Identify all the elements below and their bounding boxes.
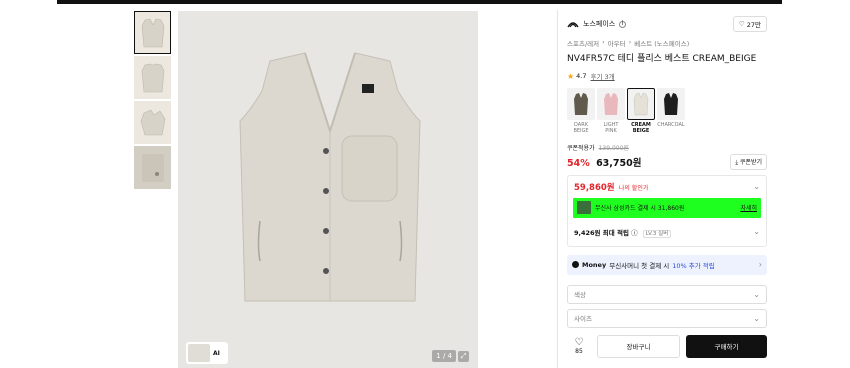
thumbnail-detail[interactable]: [134, 146, 171, 189]
color-label: LIGHT PINK: [603, 122, 619, 135]
color-swatch: [657, 88, 685, 120]
chevron-right-icon: ›: [758, 260, 762, 269]
panel-divider: [557, 10, 558, 368]
chevron-down-icon: ⌄: [753, 227, 760, 236]
card-icon: [577, 201, 591, 214]
color-swatch: [597, 88, 625, 120]
thumbnail-side[interactable]: [134, 101, 171, 144]
final-price: 63,750원: [596, 157, 642, 169]
thumbnail-front[interactable]: [134, 11, 171, 54]
color-option-dark-beige[interactable]: DARK BEIGE: [567, 88, 595, 135]
color-swatch: [567, 88, 595, 120]
coupon-price-label: 쿠폰적용가 139,000원: [567, 143, 767, 152]
thumbnail-back[interactable]: [134, 56, 171, 99]
color-option-light-pink[interactable]: LIGHT PINK: [597, 88, 625, 135]
chevron-down-icon: ⌄: [753, 289, 760, 299]
color-select-placeholder: 색상: [574, 291, 586, 299]
chevron-down-icon: ⌄: [753, 313, 760, 323]
ai-thumbnail: [188, 344, 210, 362]
breadcrumb: 스포츠/레저 › 아우터 › 베스트 (노스페이스): [567, 38, 767, 48]
ai-style-chip[interactable]: AI: [186, 342, 228, 364]
price: 54% 63,750원: [567, 155, 641, 169]
original-price: 139,000원: [598, 144, 629, 152]
info-icon: ⓘ: [631, 228, 638, 237]
my-price-label: 나의 할인가: [618, 184, 649, 192]
action-row: ♡ 85 장바구니 구매하기: [567, 334, 767, 359]
card-benefit-text: 무신사 삼성카드 결제 시 31,860원: [595, 205, 685, 212]
wish-count: 85: [575, 347, 583, 355]
cart-button[interactable]: 장바구니: [597, 334, 680, 358]
chevron-down-icon: ⌄: [753, 182, 760, 191]
coupon-button-label: 쿠폰받기: [739, 158, 762, 166]
breadcrumb-separator: ›: [602, 38, 605, 46]
expand-icon[interactable]: ⤢: [458, 351, 469, 362]
breadcrumb-item[interactable]: 아우터: [608, 38, 626, 48]
card-detail-link[interactable]: 자세히: [740, 203, 757, 212]
review-link[interactable]: 후기 3개: [591, 71, 615, 81]
ai-label: AI: [213, 349, 220, 357]
points-row[interactable]: 9,426원 최대 적립 ⓘ LV.3 실버 ⌄: [574, 218, 760, 246]
brand-row: 노스페이스 i ♡ 27만: [567, 16, 767, 32]
breadcrumb-separator: ›: [628, 38, 632, 46]
color-label: DARK BEIGE: [573, 122, 589, 135]
breadcrumb-item[interactable]: 베스트 (노스페이스): [634, 38, 689, 48]
price-row: 54% 63,750원 ⤓ 쿠폰받기: [567, 153, 767, 170]
brand-name: 노스페이스: [583, 20, 616, 28]
buy-button[interactable]: 구매하기: [686, 334, 767, 358]
color-option-cream-beige[interactable]: CREAM BEIGE: [627, 88, 655, 135]
money-logo-icon: [572, 261, 579, 268]
coupon-label: 쿠폰적용가: [567, 144, 595, 152]
image-counter: 1 / 4: [432, 350, 456, 362]
color-label: CHARCOAL: [657, 122, 685, 128]
color-select[interactable]: 색상 ⌄: [567, 284, 767, 304]
vest-image: [239, 52, 421, 302]
star-icon: ★: [567, 71, 575, 81]
color-label: CREAM BEIGE: [631, 122, 651, 135]
wish-button[interactable]: ♡ 85: [567, 336, 591, 355]
heart-outline-icon: ♡: [574, 336, 584, 348]
color-option-charcoal[interactable]: CHARCOAL: [657, 88, 685, 135]
product-info-panel: 노스페이스 i ♡ 27만 스포츠/레저 › 아우터 › 베스트 (노스페이스)…: [567, 16, 767, 359]
discount-percent: 54%: [567, 157, 590, 169]
pay-banner[interactable]: Money 무신사머니 첫 결제 시 10% 추가 적립 ›: [567, 254, 767, 275]
size-select-placeholder: 사이즈: [574, 315, 592, 323]
brand[interactable]: 노스페이스 i: [567, 19, 627, 29]
size-select[interactable]: 사이즈 ⌄: [567, 308, 767, 328]
level-badge: LV.3 실버: [642, 229, 672, 238]
pay-text: 무신사머니 첫 결제 시: [609, 261, 670, 270]
download-icon: ⤓: [735, 158, 738, 166]
brand-logo-icon: [567, 21, 579, 27]
my-price: 59,860원: [574, 182, 615, 193]
heart-outline-icon: ♡: [738, 20, 745, 28]
pay-highlight: 10% 추가 적립: [672, 261, 715, 270]
breadcrumb-item[interactable]: 스포츠/레저: [567, 38, 599, 48]
thumbnail-list: [134, 11, 171, 191]
pay-brand: Money: [582, 260, 607, 269]
info-icon[interactable]: i: [619, 20, 627, 28]
benefit-box: 59,860원 나의 할인가 ⌄ 무신사 삼성카드 결제 시 31,860원 자…: [567, 174, 767, 247]
top-bar: [57, 0, 782, 4]
points-text: 9,426원 최대 적립: [574, 228, 629, 237]
color-options: DARK BEIGE LIGHT PINK CREAM BEIGE CHARCO…: [567, 88, 767, 135]
product-title: NV4FR57C 테디 플리스 베스트 CREAM_BEIGE: [567, 54, 757, 64]
like-count: 27만: [746, 21, 761, 29]
card-benefit-bar[interactable]: 무신사 삼성카드 결제 시 31,860원 자세히: [573, 197, 761, 218]
coupon-button[interactable]: ⤓ 쿠폰받기: [730, 153, 767, 170]
my-price-row[interactable]: 59,860원 나의 할인가 ⌄: [574, 176, 760, 198]
rating: ★ 4.7 후기 3개: [567, 71, 767, 82]
product-main-image: AI 1 / 4 ⤢: [178, 11, 478, 368]
rating-score: 4.7: [576, 72, 587, 80]
like-button[interactable]: ♡ 27만: [732, 16, 767, 32]
color-swatch: [627, 88, 655, 120]
